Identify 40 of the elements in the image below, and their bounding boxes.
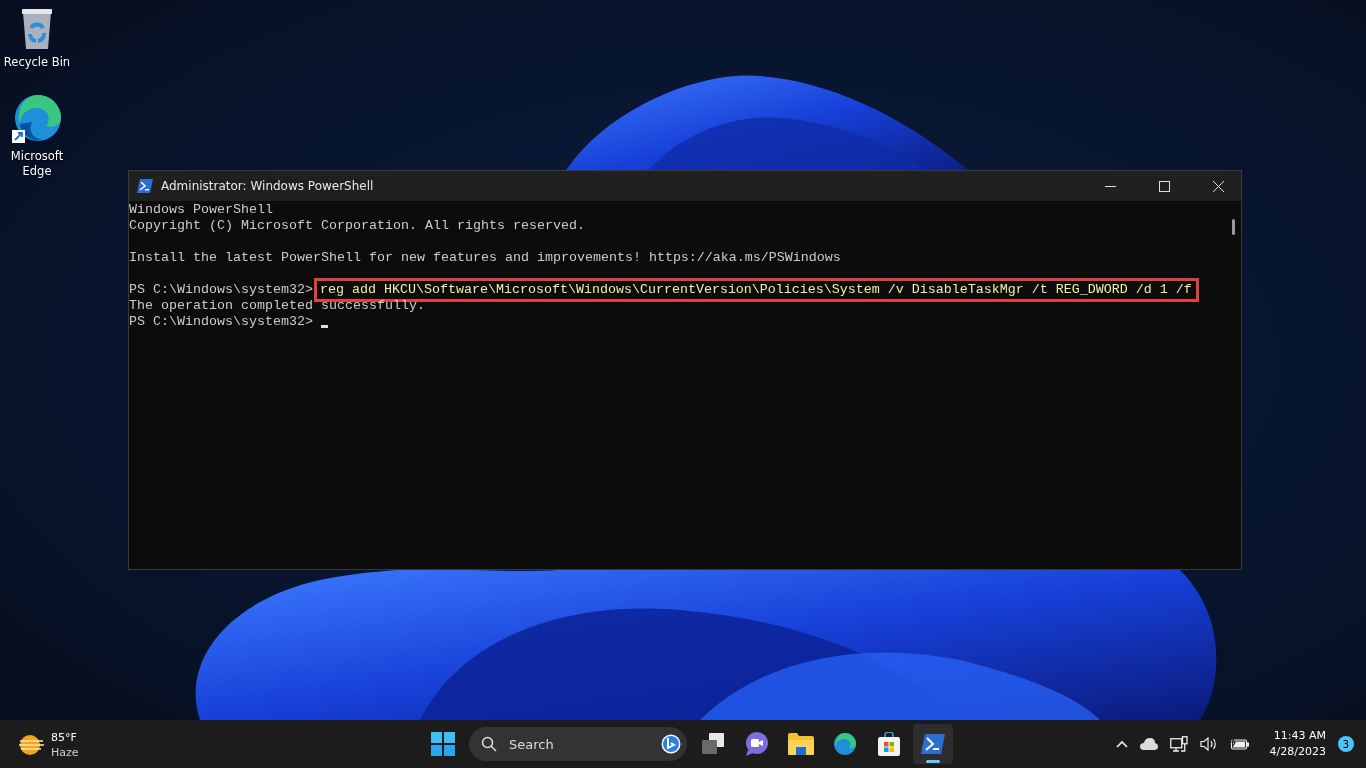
console-command: reg add HKCU\Software\Microsoft\Windows\CurrentVersion\Policies\System /v DisableTaskMgr /t REG_DWORD /d 1 /f (316, 281, 1196, 299)
stacked-windows-icon (701, 733, 725, 755)
haze-weather-icon[interactable] (19, 734, 45, 756)
chevron-up-icon[interactable] (1115, 740, 1128, 748)
battery-icon[interactable] (1229, 737, 1250, 751)
clock-time[interactable]: 11:43 AM (1273, 728, 1326, 744)
video-chat-icon (745, 732, 769, 756)
edge-browser-icon[interactable] (12, 94, 62, 144)
console-output: Install the latest PowerShell for new features and improvements! https://aka.ms/PSWindows (129, 250, 841, 266)
shopping-bag-icon (878, 732, 900, 756)
terminal-app-button[interactable] (913, 724, 953, 764)
console-output: The operation completed successfully. (129, 298, 425, 314)
desktop-icon-label[interactable]: Microsoft Edge (1, 149, 73, 179)
network-icon[interactable] (1169, 736, 1188, 752)
desktop-icon-label[interactable]: Recycle Bin (1, 55, 73, 70)
recycle-bin-icon[interactable] (20, 8, 54, 50)
windows-logo-icon (431, 732, 455, 756)
console-prompt: PS C:\Windows\system32> (129, 282, 313, 298)
cloud-icon[interactable] (1139, 738, 1158, 750)
edge-browser-icon (833, 732, 857, 756)
maximize-icon (1158, 180, 1170, 192)
scrollbar-thumb[interactable] (1231, 219, 1235, 235)
folder-icon (788, 733, 814, 755)
temperature-text[interactable]: 85°F (51, 730, 79, 745)
console-prompt: PS C:\Windows\system32> (129, 314, 313, 330)
window-title: Administrator: Windows PowerShell (161, 179, 374, 193)
bing-icon[interactable] (661, 734, 681, 754)
console-output: Windows PowerShell (129, 202, 273, 218)
weather-condition[interactable]: Haze (51, 745, 79, 760)
notification-badge[interactable]: 3 (1338, 736, 1354, 752)
powershell-icon (921, 734, 945, 754)
search-field[interactable]: Search (507, 735, 651, 753)
clock-date[interactable]: 4/28/2023 (1269, 744, 1326, 760)
close-icon (1212, 180, 1224, 192)
search-icon (481, 736, 497, 752)
text-cursor (320, 325, 328, 328)
speaker-icon[interactable] (1199, 737, 1218, 751)
powershell-icon (137, 179, 153, 193)
search-bar[interactable]: Search (469, 727, 687, 761)
console-output: Copyright (C) Microsoft Corporation. All rights reserved. (129, 218, 585, 234)
